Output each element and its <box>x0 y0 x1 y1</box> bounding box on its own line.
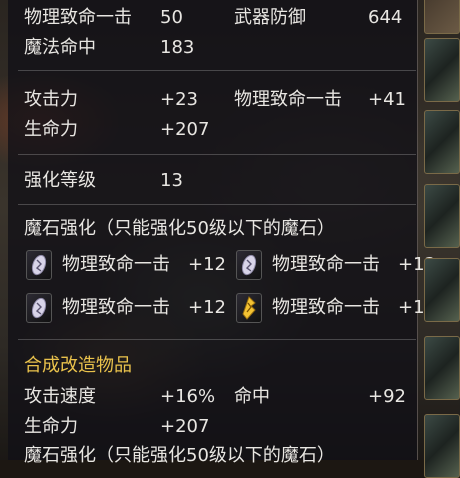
divider <box>18 70 416 71</box>
enhance-level-label: 强化等级 <box>24 170 96 191</box>
silver-rune-stone-icon <box>26 293 52 323</box>
silver-rune-stone-icon <box>236 250 262 280</box>
stone-2-label: 物理致命一击 <box>272 254 380 275</box>
attack-speed-value: +16% <box>160 386 216 407</box>
stone-4-label: 物理致命一击 <box>272 297 380 318</box>
attack-value: +23 <box>160 89 198 110</box>
weapon-def-value: 644 <box>368 7 403 28</box>
hit-label: 命中 <box>234 386 270 407</box>
silver-rune-stone-icon <box>26 250 52 280</box>
item-tooltip: 物理致命一击 50 武器防御 644 魔法命中 183 攻击力 +23 物理致命… <box>8 0 436 466</box>
equipment-slot[interactable] <box>424 184 460 248</box>
stone-1-value: +12 <box>188 254 226 275</box>
attack-speed-label: 攻击速度 <box>24 386 96 407</box>
stone-3-value: +12 <box>188 297 226 318</box>
divider <box>18 154 416 155</box>
composite-stone-header: 魔石强化（只能强化50级以下的魔石） <box>24 445 335 466</box>
equipment-slot[interactable] <box>424 258 460 322</box>
bonus-crit-value: +41 <box>368 89 406 110</box>
equipment-slot[interactable] <box>424 110 460 174</box>
hp-value: +207 <box>160 119 210 140</box>
divider <box>18 204 416 205</box>
composite-header: 合成改造物品 <box>24 355 132 376</box>
divider <box>18 339 416 340</box>
stone-1-label: 物理致命一击 <box>62 254 170 275</box>
stone-3-label: 物理致命一击 <box>62 297 170 318</box>
enhance-level-value: 13 <box>160 170 183 191</box>
bonus-crit-label: 物理致命一击 <box>234 89 342 110</box>
phys-crit-value: 50 <box>160 7 183 28</box>
phys-crit-label: 物理致命一击 <box>24 7 132 28</box>
composite-hp-value: +207 <box>160 416 210 437</box>
magic-hit-label: 魔法命中 <box>24 37 96 58</box>
equipment-slot[interactable] <box>424 336 460 400</box>
equipment-slot[interactable] <box>424 0 460 34</box>
magic-stone-header: 魔石强化（只能强化50级以下的魔石） <box>24 218 335 239</box>
magic-hit-value: 183 <box>160 37 195 58</box>
weapon-def-label: 武器防御 <box>234 7 306 28</box>
attack-label: 攻击力 <box>24 89 78 110</box>
composite-hp-label: 生命力 <box>24 416 78 437</box>
equipment-slot[interactable] <box>424 414 460 478</box>
equipment-slot[interactable] <box>424 38 460 102</box>
hit-value: +92 <box>368 386 406 407</box>
gold-rune-stone-icon <box>236 293 262 323</box>
equipment-slot-column <box>420 0 460 478</box>
hp-label: 生命力 <box>24 119 78 140</box>
